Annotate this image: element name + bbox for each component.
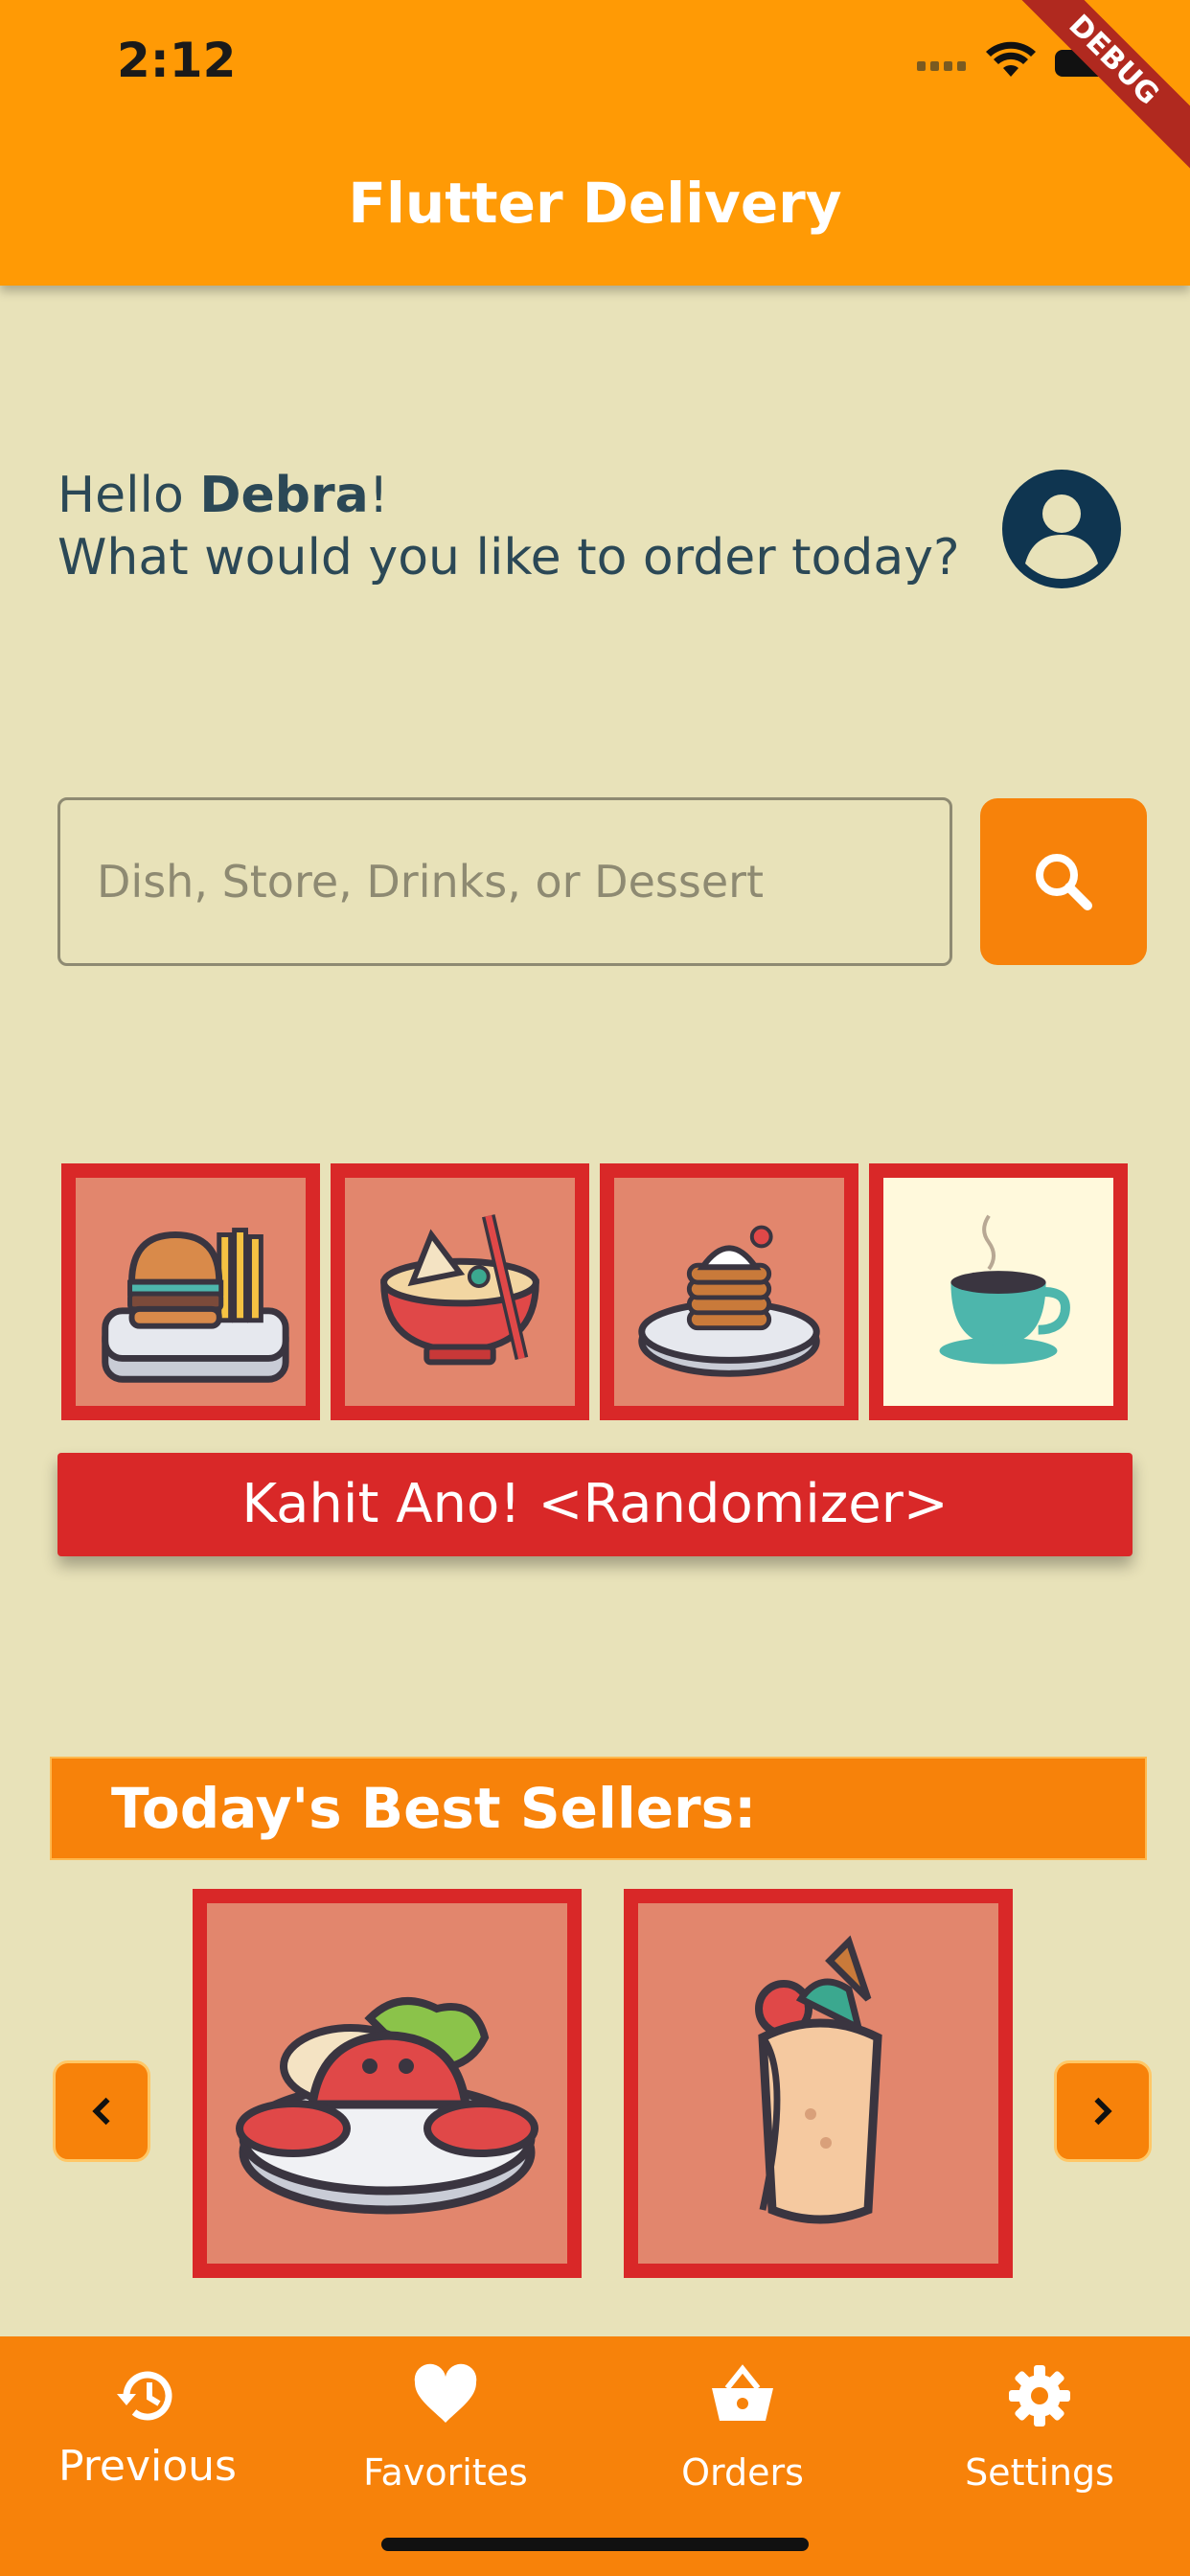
status-time: 2:12 [117,33,237,88]
carousel-prev-button[interactable] [53,2060,150,2162]
nav-label-previous: Previous [58,2442,237,2491]
heart-icon [414,2363,477,2423]
crab-dish-icon [236,1997,538,2215]
category-tile-burger[interactable] [61,1163,320,1420]
best-sellers-title: Today's Best Sellers: [111,1776,757,1841]
nav-item-previous[interactable]: Previous [4,2336,291,2509]
nav-item-settings[interactable]: Settings [896,2336,1183,2509]
wifi-icon [986,41,1036,77]
pancake-dessert-icon [638,1225,820,1377]
nav-item-orders[interactable]: Orders [599,2336,886,2509]
search-button[interactable] [980,798,1147,965]
best-seller-item-burrito[interactable] [624,1889,1013,2278]
burger-fries-icon [102,1228,289,1383]
nav-label-favorites: Favorites [363,2451,528,2494]
gear-icon [1009,2365,1070,2426]
search-input[interactable] [95,800,919,963]
history-icon [117,2371,172,2421]
chevron-left-icon [92,2097,110,2126]
app-bar: 2:12 Flutter Delivery [0,0,1190,286]
user-name: Debra [199,467,369,524]
cellular-signal-icon [917,61,966,71]
greeting-question: What would you like to order today? [57,529,960,586]
best-seller-item-crab[interactable] [193,1889,582,2278]
search-field[interactable] [57,797,952,966]
app-title: Flutter Delivery [348,171,842,236]
randomizer-button[interactable]: Kahit Ano! <Randomizer> [57,1453,1133,1556]
category-tile-dessert[interactable] [600,1163,858,1420]
coffee-cup-icon [939,1214,1070,1365]
nav-label-settings: Settings [965,2451,1114,2494]
ramen-bowl-icon [380,1214,539,1366]
basket-icon [712,2364,773,2421]
carousel-next-button[interactable] [1054,2060,1152,2162]
nav-label-orders: Orders [681,2451,804,2494]
best-sellers-header: Today's Best Sellers: [50,1757,1147,1860]
category-tile-noodles[interactable] [331,1163,589,1420]
greeting-hello: Hello [57,467,200,524]
nav-item-favorites[interactable]: Favorites [302,2336,589,2509]
profile-avatar-icon[interactable] [1000,468,1123,590]
home-indicator[interactable] [381,2538,809,2551]
greeting: Hello Debra! What would you like to orde… [57,465,960,589]
burrito-wrap-icon [755,1935,882,2224]
greeting-exclaim: ! [368,467,389,524]
chevron-right-icon [1094,2097,1112,2126]
search-icon [1036,854,1092,910]
category-tile-coffee[interactable] [869,1163,1128,1420]
